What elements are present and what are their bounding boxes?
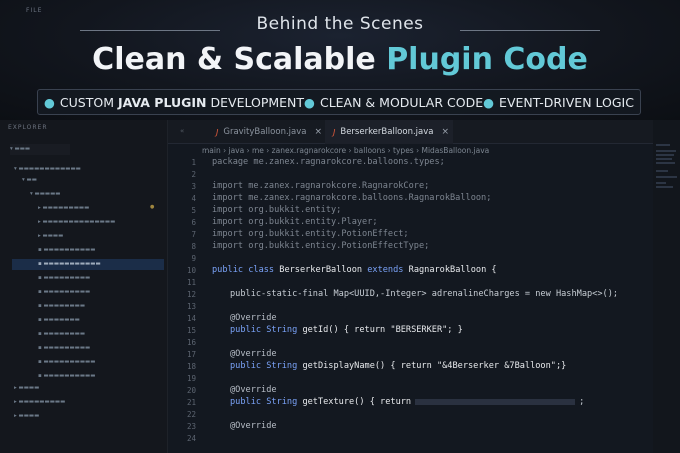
explorer-item[interactable]: ▪ ▬▬▬▬▬▬▬▬ <box>38 301 85 312</box>
close-icon[interactable]: × <box>441 127 449 137</box>
explorer-item[interactable]: ▸ ▬▬▬▬ <box>14 383 39 394</box>
code-line: @Override <box>230 349 277 359</box>
explorer-item[interactable]: ▸ ▬▬▬▬ <box>38 231 63 242</box>
ide-window: EXPLORER ▾ ▬▬▬ ▾ ▬▬▬▬▬▬▬▬▬▬▬▬ ▾ ▬▬ ▾ ▬▬▬… <box>0 120 680 453</box>
menu-file[interactable]: FILE <box>26 7 42 14</box>
explorer-item[interactable]: ▾ ▬▬▬ <box>10 144 70 155</box>
explorer-item[interactable]: ▪ ▬▬▬▬▬▬▬▬▬ <box>38 287 90 298</box>
code-line: @Override <box>230 313 277 323</box>
code-line: import org.bukkit.entity.Player; <box>212 217 378 227</box>
explorer-item[interactable]: ▪ ▬▬▬▬▬▬▬▬▬▬ <box>38 357 95 368</box>
close-icon[interactable]: × <box>314 127 322 137</box>
tab-gravity-balloon[interactable]: J GravityBalloon.java × <box>208 120 324 144</box>
code-line: @Override <box>230 385 277 395</box>
explorer-item[interactable]: ▸ ▬▬▬▬▬▬▬▬▬ <box>14 397 65 408</box>
code-line: import me.zanex.ragnarokcore.RagnarokCor… <box>212 181 430 191</box>
explorer-item[interactable]: ▪ ▬▬▬▬▬▬▬▬▬▬ <box>38 371 95 382</box>
hero-title-accent: Plugin Code <box>386 42 588 77</box>
tab-overflow: « <box>180 127 185 135</box>
code-line: public String getTexture() { return; <box>230 397 585 407</box>
code-line: public String getDisplayName() { return … <box>230 361 567 371</box>
feature-java: ● CUSTOM JAVA PLUGIN DEVELOPMENT <box>44 94 305 110</box>
feature-clean: ● CLEAN & MODULAR CODE <box>304 94 484 110</box>
code-line: @Override <box>230 421 277 431</box>
code-line: import org.bukkit.entity; <box>212 205 342 215</box>
explorer-item[interactable]: ▸ ▬▬▬▬▬▬▬▬▬ <box>38 203 89 214</box>
file-explorer: EXPLORER ▾ ▬▬▬ ▾ ▬▬▬▬▬▬▬▬▬▬▬▬ ▾ ▬▬ ▾ ▬▬▬… <box>0 120 168 453</box>
code-editor: « J GravityBalloon.java × J BerserkerBalloo… <box>168 120 653 453</box>
feature-bar: ● CUSTOM JAVA PLUGIN DEVELOPMENT ● CLEAN &… <box>37 89 641 115</box>
explorer-item[interactable]: ▾ ▬▬▬▬▬ <box>30 189 61 200</box>
hero-banner: FILE Behind the Scenes Clean & Scalable … <box>0 0 680 120</box>
explorer-item[interactable]: ▪ ▬▬▬▬▬▬▬▬▬▬ <box>38 245 95 256</box>
explorer-item[interactable]: ▪ ▬▬▬▬▬▬▬▬▬ <box>38 273 90 284</box>
minimap[interactable] <box>653 120 680 453</box>
explorer-item[interactable]: ▸ ▬▬▬▬▬▬▬▬▬▬▬▬▬▬ <box>38 217 115 228</box>
tab-bar: « J GravityBalloon.java × J BerserkerBalloo… <box>168 120 653 144</box>
explorer-title: EXPLORER <box>8 124 48 131</box>
code-line: import org.bukkit.entity.PotionEffect; <box>212 229 409 239</box>
code-line: package me.zanex.ragnarokcore.balloons.t… <box>212 157 445 167</box>
explorer-item[interactable]: ▸ ▬▬▬▬ <box>14 411 39 422</box>
code-line: import org.bukkit.enticy.PotionEffectTyp… <box>212 241 430 251</box>
feature-event: ● EVENT-DRIVEN LOGIC <box>483 94 634 110</box>
code-line: public-static-final Map<UUID,-Integer> a… <box>230 289 619 299</box>
modified-badge: ● <box>150 204 155 210</box>
hero-subtitle: Behind the Scenes <box>256 14 424 34</box>
explorer-item[interactable]: ▪ ▬▬▬▬▬▬▬ <box>38 315 80 326</box>
code-line: public class BerserkerBalloon extends Ra… <box>212 265 497 275</box>
explorer-item[interactable]: ▾ ▬▬ <box>22 175 37 186</box>
hero-title: Clean & Scalable Plugin Code <box>92 42 588 77</box>
code-line: import me.zanex.ragnarokcore.balloons.Ra… <box>212 193 492 203</box>
explorer-item[interactable]: ▾ ▬▬▬▬▬▬▬▬▬▬▬▬ <box>14 164 81 175</box>
java-file-icon: J <box>333 127 336 137</box>
code-line: public String getId() { return "BERSERKE… <box>230 325 463 335</box>
explorer-item[interactable]: ▪ ▬▬▬▬▬▬▬▬▬ <box>38 343 90 354</box>
breadcrumb[interactable]: main › java › me › zanex.ragnarokcore › … <box>168 144 653 158</box>
java-file-icon: J <box>216 127 219 137</box>
explorer-item[interactable]: ▪ ▬▬▬▬▬▬▬▬ <box>38 329 85 340</box>
blurred-code <box>415 398 576 405</box>
tab-berserker-balloon[interactable]: J BerserkerBalloon.java × <box>325 120 453 144</box>
explorer-item-selected[interactable]: ▪ ▬▬▬▬▬▬▬▬▬▬▬ <box>12 259 164 270</box>
